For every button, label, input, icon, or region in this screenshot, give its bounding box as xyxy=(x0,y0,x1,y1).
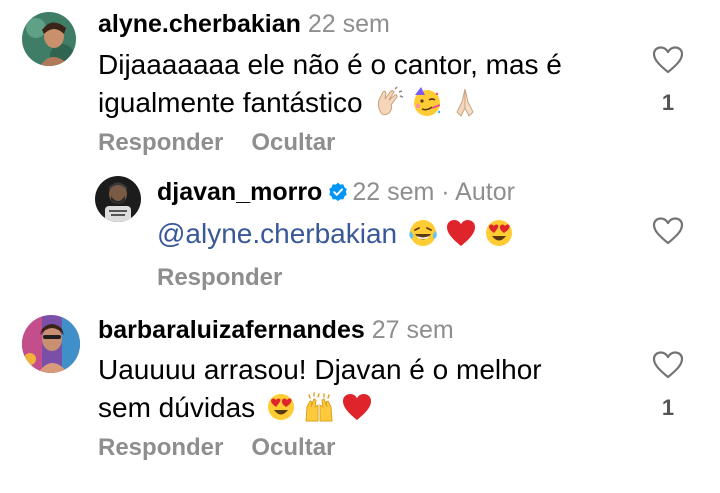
comment-text-line-2: sem dúvidas xyxy=(98,389,542,427)
author-tag: · Autor xyxy=(441,178,515,206)
comment-text-line: sem dúvidas xyxy=(98,392,256,423)
comment-timestamp: 22 sem xyxy=(307,10,390,38)
partying-face-emoji xyxy=(411,86,443,118)
username-link[interactable]: barbaraluizafernandes xyxy=(98,316,365,344)
avatar[interactable] xyxy=(22,315,80,373)
hide-button[interactable]: Ocultar xyxy=(251,129,335,156)
like-count: 1 xyxy=(661,395,675,420)
heart-eyes-emoji xyxy=(265,391,297,423)
reply-button[interactable]: Responder xyxy=(98,434,223,461)
folded-hands-emoji xyxy=(449,86,481,118)
avatar[interactable] xyxy=(22,12,76,66)
comment-author: barbaraluizafernandes 27 sem xyxy=(98,316,454,345)
mention-link[interactable]: @alyne.cherbakian xyxy=(157,218,397,249)
heart-icon[interactable] xyxy=(652,350,684,380)
comment-text: Uauuuu arrasou! Djavan é o melhor sem dú… xyxy=(98,351,542,427)
raising-hands-emoji xyxy=(303,391,335,423)
comment-text: Dijaaaaaaa ele não é o cantor, mas é igu… xyxy=(98,46,562,122)
reply-button[interactable]: Responder xyxy=(98,129,223,156)
avatar[interactable] xyxy=(95,176,141,222)
comment-text-line: Dijaaaaaaa ele não é o cantor, mas é xyxy=(98,49,562,80)
comment-actions: Responder xyxy=(157,264,310,292)
laughing-tears-emoji xyxy=(407,217,439,249)
comment-author: djavan_morro 22 sem · Autor xyxy=(157,178,515,207)
clapping-hands-emoji xyxy=(373,86,405,118)
red-heart-emoji xyxy=(445,217,477,249)
comment-actions: Responder Ocultar xyxy=(98,129,363,157)
heart-icon[interactable] xyxy=(652,45,684,75)
comment-text: @alyne.cherbakian xyxy=(157,215,515,253)
heart-icon[interactable] xyxy=(652,216,684,246)
username-link[interactable]: alyne.cherbakian xyxy=(98,10,301,38)
heart-eyes-emoji xyxy=(483,217,515,249)
comment-actions: Responder Ocultar xyxy=(98,434,363,462)
comment-text-line-2: igualmente fantástico xyxy=(98,84,562,122)
like-count: 1 xyxy=(661,90,675,115)
hide-button[interactable]: Ocultar xyxy=(251,434,335,461)
red-heart-emoji xyxy=(341,391,373,423)
verified-badge-icon xyxy=(328,180,348,201)
reply-button[interactable]: Responder xyxy=(157,264,282,291)
comment-timestamp: 27 sem xyxy=(371,316,454,344)
comment-timestamp: 22 sem xyxy=(352,178,435,206)
comment-text-line: Uauuuu arrasou! Djavan é o melhor xyxy=(98,354,542,385)
comment-author: alyne.cherbakian 22 sem xyxy=(98,10,390,39)
username-link[interactable]: djavan_morro xyxy=(157,178,322,206)
comment-text-line: igualmente fantástico xyxy=(98,87,363,118)
